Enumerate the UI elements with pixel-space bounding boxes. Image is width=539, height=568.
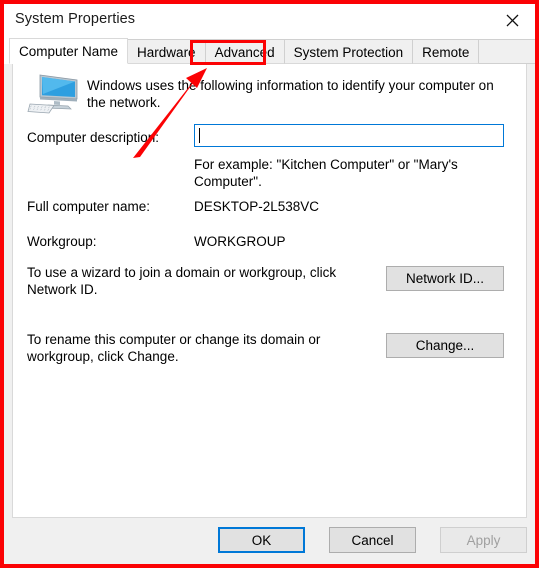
tab-hardware[interactable]: Hardware — [127, 39, 206, 64]
tab-system-protection[interactable]: System Protection — [283, 39, 414, 64]
change-button[interactable]: Change... — [386, 333, 504, 358]
computer-monitor-icon — [27, 72, 81, 116]
computer-description-label: Computer description: — [27, 130, 160, 145]
tab-strip-filler — [478, 39, 539, 64]
ok-button[interactable]: OK — [218, 527, 305, 553]
apply-button: Apply — [440, 527, 527, 553]
tab-strip: Computer Name Hardware Advanced System P… — [9, 38, 539, 64]
computer-name-tab-panel: Windows uses the following information t… — [12, 64, 527, 518]
text-caret — [199, 128, 200, 143]
example-hint-text: For example: "Kitchen Computer" or "Mary… — [194, 157, 458, 189]
full-computer-name-value: DESKTOP-2L538VC — [194, 199, 320, 214]
workgroup-value: WORKGROUP — [194, 234, 286, 249]
workgroup-label: Workgroup: — [27, 234, 97, 249]
intro-row: Windows uses the following information t… — [27, 72, 517, 116]
network-id-button[interactable]: Network ID... — [386, 266, 504, 291]
window-title: System Properties — [15, 11, 136, 27]
tab-strip-container: Computer Name Hardware Advanced System P… — [4, 38, 539, 64]
change-description: To rename this computer or change its do… — [27, 332, 321, 364]
tab-remote[interactable]: Remote — [412, 39, 480, 64]
title-bar: System Properties — [4, 4, 535, 38]
system-properties-dialog: System Properties Computer Name Hardware… — [4, 4, 539, 564]
close-icon[interactable] — [489, 4, 535, 36]
close-glyph — [506, 14, 518, 26]
tab-computer-name[interactable]: Computer Name — [9, 38, 129, 64]
intro-text: Windows uses the following information t… — [87, 78, 494, 110]
tab-advanced[interactable]: Advanced — [204, 39, 285, 64]
dialog-footer: OK Cancel Apply — [4, 518, 535, 564]
computer-description-input[interactable] — [194, 124, 504, 147]
cancel-button[interactable]: Cancel — [329, 527, 416, 553]
network-id-description: To use a wizard to join a domain or work… — [27, 265, 337, 297]
full-computer-name-label: Full computer name: — [27, 199, 151, 214]
